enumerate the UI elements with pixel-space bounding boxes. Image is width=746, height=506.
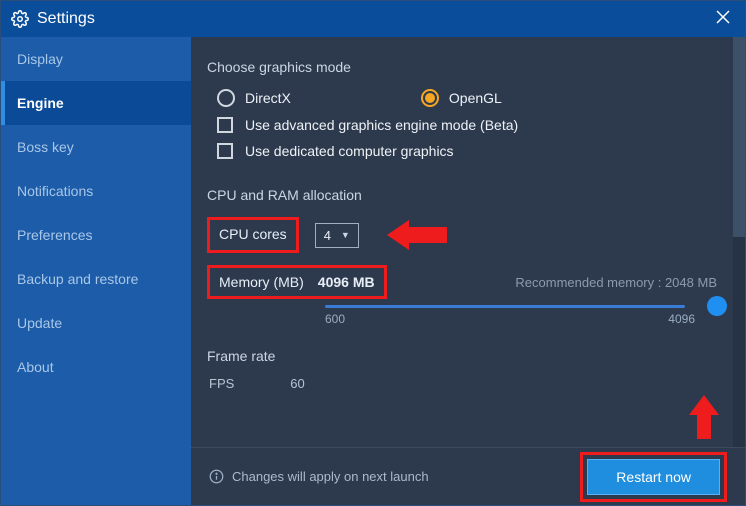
checkbox-advanced-graphics[interactable]: Use advanced graphics engine mode (Beta)	[217, 117, 717, 133]
recommended-memory-label: Recommended memory : 2048 MB	[515, 275, 717, 290]
scrollbar[interactable]	[733, 37, 745, 447]
memory-slider[interactable]: 600 4096	[325, 305, 717, 326]
scrollbar-thumb[interactable]	[733, 37, 745, 237]
sidebar-item-engine[interactable]: Engine	[1, 81, 191, 125]
radio-directx[interactable]: DirectX	[217, 89, 291, 107]
memory-value: 4096 MB	[318, 274, 375, 290]
sidebar-item-update[interactable]: Update	[1, 301, 191, 345]
slider-min-label: 600	[325, 312, 345, 326]
arrow-left-icon	[387, 220, 447, 250]
sidebar-item-about[interactable]: About	[1, 345, 191, 389]
checkbox-icon	[217, 117, 233, 133]
page-title: Settings	[37, 10, 95, 28]
sidebar-item-label: Engine	[17, 95, 64, 111]
sidebar: Display Engine Boss key Notifications Pr…	[1, 37, 191, 505]
checkbox-icon	[217, 143, 233, 159]
close-icon[interactable]	[711, 5, 735, 34]
restart-button[interactable]: Restart now	[587, 459, 720, 495]
sidebar-item-notifications[interactable]: Notifications	[1, 169, 191, 213]
sidebar-item-label: Backup and restore	[17, 271, 138, 287]
radio-label: OpenGL	[449, 90, 502, 106]
footer-bar: Changes will apply on next launch Restar…	[191, 447, 745, 505]
allocation-heading: CPU and RAM allocation	[207, 187, 717, 203]
sidebar-item-label: Update	[17, 315, 62, 331]
highlight-restart: Restart now	[580, 452, 727, 502]
checkbox-dedicated-graphics[interactable]: Use dedicated computer graphics	[217, 143, 717, 159]
slider-track	[325, 305, 685, 308]
sidebar-item-preferences[interactable]: Preferences	[1, 213, 191, 257]
memory-label: Memory (MB)	[219, 274, 304, 290]
radio-circle-icon	[421, 89, 439, 107]
sidebar-item-label: Preferences	[17, 227, 92, 243]
cpu-cores-dropdown[interactable]: 4 ▼	[315, 223, 359, 248]
highlight-cpu-cores: CPU cores	[207, 217, 299, 253]
sidebar-item-label: Boss key	[17, 139, 74, 155]
checkbox-label: Use dedicated computer graphics	[245, 143, 454, 159]
info-icon	[209, 469, 224, 484]
sidebar-item-boss-key[interactable]: Boss key	[1, 125, 191, 169]
sidebar-item-display[interactable]: Display	[1, 37, 191, 81]
window-header: Settings	[1, 1, 745, 37]
cpu-cores-label: CPU cores	[219, 226, 287, 242]
slider-max-label: 4096	[668, 312, 695, 326]
radio-label: DirectX	[245, 90, 291, 106]
fps-value: 60	[290, 376, 304, 391]
radio-circle-icon	[217, 89, 235, 107]
gear-icon	[11, 10, 29, 28]
content-panel: Choose graphics mode DirectX OpenGL Use …	[191, 37, 745, 505]
highlight-memory: Memory (MB) 4096 MB	[207, 265, 387, 299]
frame-rate-heading: Frame rate	[207, 348, 717, 364]
sidebar-item-label: About	[17, 359, 54, 375]
radio-opengl[interactable]: OpenGL	[421, 89, 502, 107]
slider-thumb[interactable]	[707, 296, 727, 316]
graphics-mode-heading: Choose graphics mode	[207, 59, 717, 75]
sidebar-item-backup-restore[interactable]: Backup and restore	[1, 257, 191, 301]
sidebar-item-label: Display	[17, 51, 63, 67]
fps-label: FPS	[209, 376, 234, 391]
cpu-cores-value: 4	[324, 228, 331, 243]
checkbox-label: Use advanced graphics engine mode (Beta)	[245, 117, 518, 133]
chevron-down-icon: ▼	[341, 230, 350, 240]
sidebar-item-label: Notifications	[17, 183, 93, 199]
arrow-up-icon	[689, 395, 719, 439]
footer-message: Changes will apply on next launch	[232, 469, 429, 484]
